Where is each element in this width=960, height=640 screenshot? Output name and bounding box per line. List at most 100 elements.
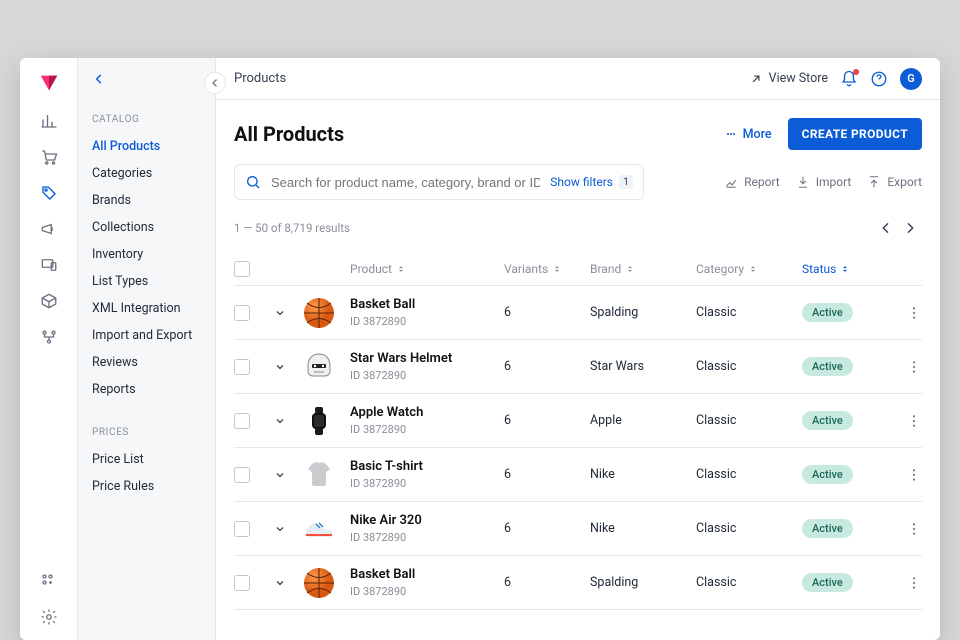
cell-variants: 6: [504, 467, 584, 482]
sidebar-item-reviews[interactable]: Reviews: [92, 349, 201, 376]
product-id: ID 3872890: [350, 585, 498, 598]
row-checkbox[interactable]: [234, 467, 250, 483]
col-status[interactable]: Status: [802, 262, 892, 276]
sidebar-item-all-products[interactable]: All Products: [92, 133, 201, 160]
filter-count-badge: 1: [619, 175, 633, 189]
product-id: ID 3872890: [350, 531, 498, 544]
status-badge: Active: [802, 357, 853, 376]
cell-brand: Nike: [590, 467, 690, 482]
status-badge: Active: [802, 519, 853, 538]
product-thumb: [302, 296, 336, 330]
apps-icon[interactable]: [40, 572, 58, 590]
sidebar-item-reports[interactable]: Reports: [92, 376, 201, 403]
import-label: Import: [816, 175, 852, 189]
row-checkbox[interactable]: [234, 305, 250, 321]
import-button[interactable]: Import: [796, 175, 852, 189]
row-menu-button[interactable]: [906, 575, 922, 591]
sort-icon: [396, 264, 406, 274]
expand-row-button[interactable]: [274, 307, 296, 319]
expand-row-button[interactable]: [274, 415, 296, 427]
cell-category: Classic: [696, 521, 796, 536]
expand-row-button[interactable]: [274, 361, 296, 373]
export-label: Export: [887, 175, 922, 189]
table-row: Basket Ball ID 3872890 6 Spalding Classi…: [234, 556, 922, 610]
row-menu-button[interactable]: [906, 467, 922, 483]
expand-row-button[interactable]: [274, 469, 296, 481]
expand-row-button[interactable]: [274, 523, 296, 535]
workflow-icon[interactable]: [40, 328, 58, 346]
sidebar-item-list-types[interactable]: List Types: [92, 268, 201, 295]
row-checkbox[interactable]: [234, 359, 250, 375]
analytics-icon[interactable]: [40, 112, 58, 130]
search-input[interactable]: [269, 174, 542, 191]
col-category[interactable]: Category: [696, 262, 796, 276]
sidebar-item-brands[interactable]: Brands: [92, 187, 201, 214]
cell-category: Classic: [696, 467, 796, 482]
devices-icon[interactable]: [40, 256, 58, 274]
sidebar: CATALOG All Products Categories Brands C…: [78, 58, 216, 640]
sort-icon: [625, 264, 635, 274]
row-checkbox[interactable]: [234, 413, 250, 429]
row-menu-button[interactable]: [906, 305, 922, 321]
status-badge: Active: [802, 411, 853, 430]
row-menu-button[interactable]: [906, 413, 922, 429]
more-button[interactable]: More: [719, 127, 778, 142]
search-box[interactable]: Show filters 1: [234, 164, 644, 200]
expand-row-button[interactable]: [274, 577, 296, 589]
export-button[interactable]: Export: [867, 175, 922, 189]
help-button[interactable]: [870, 70, 888, 88]
search-icon: [245, 174, 261, 190]
toolbar: Show filters 1 Report Import Export: [216, 164, 940, 210]
col-brand[interactable]: Brand: [590, 262, 690, 276]
row-checkbox[interactable]: [234, 575, 250, 591]
row-menu-button[interactable]: [906, 359, 922, 375]
sidebar-item-categories[interactable]: Categories: [92, 160, 201, 187]
settings-icon[interactable]: [40, 608, 58, 626]
upload-icon: [867, 175, 881, 189]
view-store-link[interactable]: View Store: [749, 71, 828, 86]
sidebar-group-label: CATALOG: [92, 114, 201, 125]
sidebar-item-import-export[interactable]: Import and Export: [92, 322, 201, 349]
select-all-checkbox[interactable]: [234, 261, 250, 277]
cell-category: Classic: [696, 575, 796, 590]
sort-icon: [748, 264, 758, 274]
product-name: Apple Watch: [350, 405, 498, 421]
show-filters-label: Show filters: [550, 175, 613, 189]
sidebar-item-inventory[interactable]: Inventory: [92, 241, 201, 268]
page-header: All Products More CREATE PRODUCT: [216, 100, 940, 164]
cell-brand: Spalding: [590, 305, 690, 320]
cell-brand: Star Wars: [590, 359, 690, 374]
sidebar-item-collections[interactable]: Collections: [92, 214, 201, 241]
notifications-button[interactable]: [840, 70, 858, 88]
orders-icon[interactable]: [40, 148, 58, 166]
cell-category: Classic: [696, 305, 796, 320]
next-page-button[interactable]: [898, 216, 922, 240]
prev-page-button[interactable]: [874, 216, 898, 240]
sidebar-collapse-button[interactable]: [204, 72, 226, 94]
sidebar-item-xml-integration[interactable]: XML Integration: [92, 295, 201, 322]
sidebar-item-price-list[interactable]: Price List: [92, 446, 201, 473]
results-count: 1 — 50 of 8,719 results: [234, 221, 350, 235]
col-variants[interactable]: Variants: [504, 262, 584, 276]
report-button[interactable]: Report: [724, 175, 780, 189]
inventory-icon[interactable]: [40, 292, 58, 310]
row-menu-button[interactable]: [906, 521, 922, 537]
sidebar-item-price-rules[interactable]: Price Rules: [92, 473, 201, 500]
products-icon[interactable]: [40, 184, 58, 202]
create-product-button[interactable]: CREATE PRODUCT: [788, 118, 922, 150]
col-product[interactable]: Product: [350, 262, 498, 276]
cell-variants: 6: [504, 521, 584, 536]
status-badge: Active: [802, 303, 853, 322]
marketing-icon[interactable]: [40, 220, 58, 238]
sort-icon: [840, 264, 850, 274]
sort-icon: [552, 264, 562, 274]
notification-dot-icon: [853, 69, 859, 75]
row-checkbox[interactable]: [234, 521, 250, 537]
avatar[interactable]: G: [900, 68, 922, 90]
sidebar-back-button[interactable]: [92, 72, 106, 86]
show-filters-button[interactable]: Show filters 1: [550, 175, 633, 189]
products-table: Product Variants Brand Category Status B…: [216, 252, 940, 610]
product-id: ID 3872890: [350, 423, 498, 436]
sidebar-group-label: PRICES: [92, 427, 201, 438]
product-name: Nike Air 320: [350, 513, 498, 529]
